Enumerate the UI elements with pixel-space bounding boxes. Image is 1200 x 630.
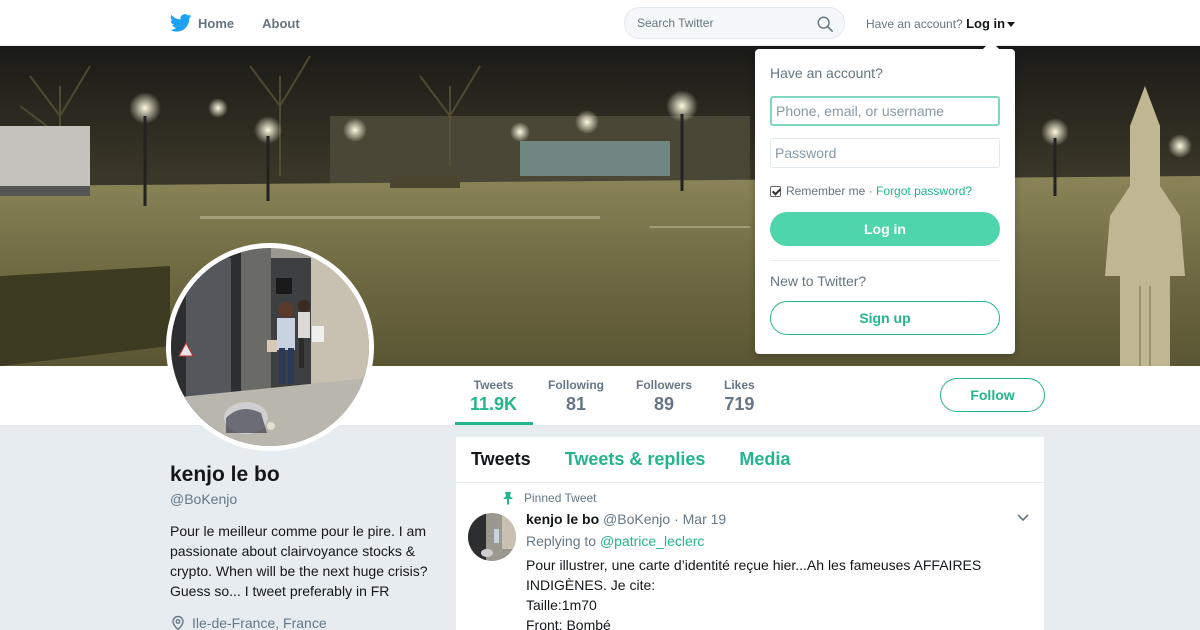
search-icon[interactable] [816, 15, 834, 33]
tweet-header: kenjo le bo @BoKenjo · Mar 19 [526, 511, 1029, 527]
pinned-indicator: Pinned Tweet [502, 491, 1029, 505]
new-to-twitter-text: New to Twitter? [770, 273, 867, 289]
chevron-down-icon[interactable] [1016, 513, 1030, 523]
stat-followers[interactable]: Followers 89 [636, 378, 692, 415]
login-dropdown: Have an account? Remember me · Forgot pa… [755, 41, 1015, 354]
tweet-date[interactable]: · Mar 19 [674, 511, 726, 527]
login-button[interactable]: Log in [770, 212, 1000, 246]
twitter-bird-icon[interactable] [170, 14, 192, 32]
location-pin-icon [172, 615, 184, 630]
forgot-password-link[interactable]: Forgot password? [876, 184, 972, 198]
tab-media[interactable]: Media [739, 449, 790, 470]
nav-left: Home About [170, 0, 328, 46]
stat-tweets[interactable]: Tweets 11.9K [470, 378, 517, 415]
tweet-text: Pour illustrer, une carte d’identité reç… [526, 557, 982, 630]
nav-home-link[interactable]: Home [198, 16, 234, 31]
stat-value: 11.9K [470, 394, 518, 414]
stat-value: 89 [653, 394, 675, 414]
stat-value: 81 [565, 394, 587, 414]
replying-to: Replying to @patrice_leclerc [526, 533, 1029, 549]
profile-bio: Pour le meilleur comme pour le pire. I a… [170, 523, 428, 599]
search-box[interactable] [624, 7, 845, 39]
timeline: Tweets Tweets & replies Media Pinned Twe… [456, 437, 1044, 630]
tab-tweets-replies[interactable]: Tweets & replies [565, 449, 706, 470]
remember-separator: · [868, 184, 873, 198]
remember-row: Remember me · Forgot password? [770, 184, 1000, 198]
avatar-image [171, 248, 369, 446]
tab-tweets[interactable]: Tweets [471, 449, 531, 470]
stat-label: Followers [636, 378, 693, 392]
profile-name[interactable]: kenjo le bo [170, 463, 280, 487]
stat-following[interactable]: Following 81 [548, 378, 604, 415]
replying-to-link[interactable]: @patrice_leclerc [600, 533, 704, 549]
have-account-text: Have an account? [866, 17, 963, 31]
tweet-author-name[interactable]: kenjo le bo [526, 511, 599, 527]
profile-handle[interactable]: @BoKenjo [170, 491, 237, 507]
tweet-author-handle[interactable]: @BoKenjo [603, 511, 670, 527]
tweet-avatar[interactable] [468, 513, 516, 561]
dropdown-divider [770, 260, 1000, 261]
signup-button[interactable]: Sign up [770, 301, 1000, 335]
stat-label: Likes [724, 378, 755, 392]
login-link[interactable]: Log in [966, 16, 1005, 31]
stat-value: 719 [724, 394, 755, 414]
pinned-label: Pinned Tweet [524, 491, 597, 505]
login-dropdown-title: Have an account? [770, 65, 883, 81]
profile-location: Ile-de-France, France [170, 615, 327, 630]
stat-label: Following [548, 378, 604, 392]
location-text: Ile-de-France, France [192, 615, 327, 630]
pinned-tweet[interactable]: Pinned Tweet kenjo le bo @BoKenjo · Mar … [456, 483, 1044, 630]
remember-me-label[interactable]: Remember me [786, 184, 865, 198]
timeline-tabs: Tweets Tweets & replies Media [456, 437, 1044, 483]
tweet-avatar-image [468, 513, 516, 561]
remember-me-checkbox[interactable] [770, 185, 781, 197]
top-navbar: Home About Have an account? Log in [0, 0, 1200, 46]
login-toggle[interactable]: Have an account? Log in [866, 16, 1016, 31]
follow-button[interactable]: Follow [940, 378, 1045, 412]
username-field[interactable] [770, 96, 1000, 126]
stat-label: Tweets [473, 378, 514, 392]
password-field[interactable] [770, 138, 1000, 168]
active-stat-underline [455, 422, 533, 425]
nav-about-link[interactable]: About [262, 16, 300, 31]
stat-likes[interactable]: Likes 719 [724, 378, 755, 415]
profile-avatar[interactable] [166, 243, 374, 451]
caret-down-icon[interactable] [1007, 22, 1016, 28]
search-input[interactable] [637, 16, 807, 30]
replying-prefix: Replying to [526, 533, 597, 549]
pin-icon [503, 492, 513, 505]
